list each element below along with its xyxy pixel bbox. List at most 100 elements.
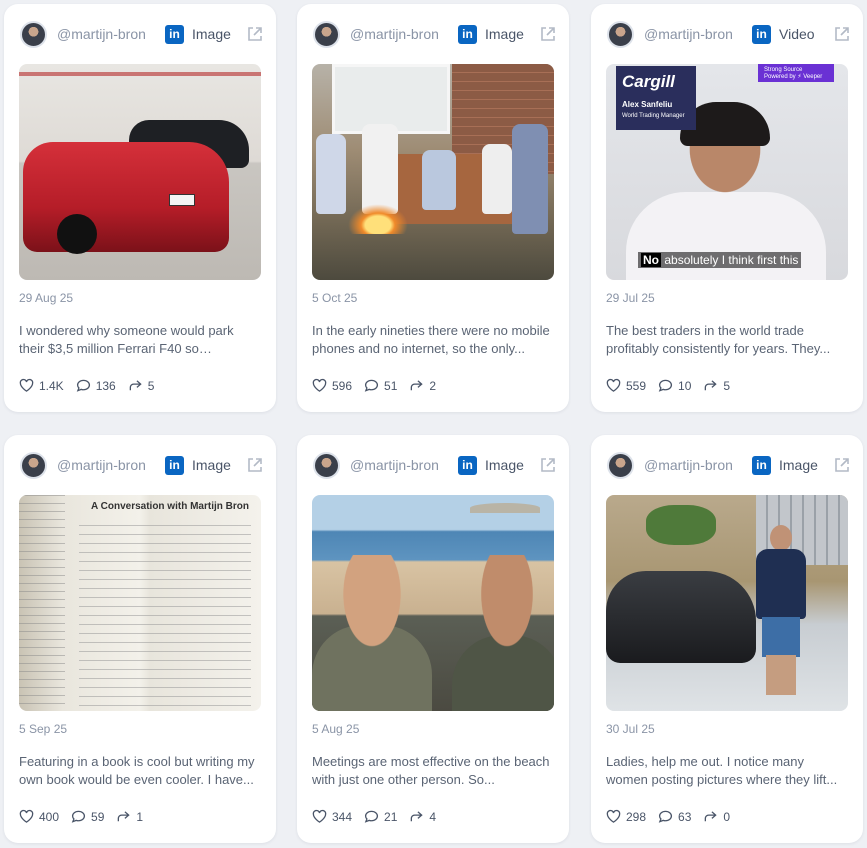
- post-card[interactable]: @martijn-bron in Image 29 Aug 25 I wonde…: [4, 4, 276, 412]
- veeper-badge: Strong Source Powered by ⚡ Veeper: [758, 64, 834, 82]
- repost-icon: [411, 811, 424, 822]
- comments-count: 136: [95, 378, 116, 393]
- author-handle[interactable]: @martijn-bron: [350, 457, 448, 473]
- avatar[interactable]: [313, 451, 340, 479]
- likes-stat: 559: [606, 378, 646, 393]
- post-header: @martijn-bron in Image: [313, 451, 557, 479]
- post-video[interactable]: Cargill Alex Sanfeliu World Trading Mana…: [606, 64, 848, 280]
- external-link-icon[interactable]: [539, 456, 557, 474]
- likes-count: 298: [626, 809, 647, 824]
- speaker-name: Alex Sanfeliu: [622, 100, 673, 109]
- heart-icon: [312, 809, 327, 823]
- heart-icon: [606, 378, 621, 392]
- post-date: 29 Jul 25: [606, 291, 655, 305]
- post-text: The best traders in the world trade prof…: [606, 323, 831, 356]
- post-grid: @martijn-bron in Image 29 Aug 25 I wonde…: [0, 0, 867, 848]
- post-image[interactable]: A Conversation with Martijn Bron: [19, 495, 261, 711]
- repost-icon: [705, 380, 718, 391]
- badge-top: Strong Source: [764, 67, 803, 73]
- external-link-icon[interactable]: [833, 456, 851, 474]
- post-card[interactable]: @martijn-bron in Image 5 Oct 25 In the e…: [297, 4, 569, 412]
- post-type: Image: [192, 457, 231, 473]
- likes-count: 559: [626, 378, 647, 393]
- post-image[interactable]: [19, 64, 261, 280]
- likes-stat: 596: [312, 378, 352, 393]
- comments-stat: 10: [658, 378, 691, 393]
- reposts-count: 1: [136, 809, 144, 824]
- comments-stat: 21: [364, 809, 397, 824]
- heart-icon: [19, 378, 34, 392]
- post-card[interactable]: @martijn-bron in Image 30 Jul 25 Ladies,…: [591, 435, 863, 843]
- avatar[interactable]: [20, 451, 47, 479]
- reposts-stat: 5: [703, 378, 730, 393]
- avatar[interactable]: [607, 20, 634, 48]
- post-header: @martijn-bron in Video: [607, 20, 851, 48]
- post-header: @martijn-bron in Image: [313, 20, 557, 48]
- post-date: 5 Sep 25: [19, 722, 68, 736]
- external-link-icon[interactable]: [833, 25, 851, 43]
- post-stats: 596 51 2: [312, 378, 448, 393]
- badge-bottom: Powered by ⚡ Veeper: [764, 74, 823, 80]
- heart-icon: [19, 809, 34, 823]
- post-card[interactable]: @martijn-bron in Video Cargill Alex Sanf…: [591, 4, 863, 412]
- post-type: Image: [779, 457, 818, 473]
- post-date: 30 Jul 25: [606, 722, 655, 736]
- comment-icon: [71, 810, 86, 823]
- likes-stat: 1.4K: [19, 378, 64, 393]
- avatar[interactable]: [20, 20, 47, 48]
- repost-icon: [705, 811, 718, 822]
- likes-stat: 400: [19, 809, 59, 824]
- post-header: @martijn-bron in Image: [20, 20, 264, 48]
- likes-count: 596: [332, 378, 353, 393]
- author-handle[interactable]: @martijn-bron: [57, 457, 155, 473]
- video-caption: No absolutely I think first this: [638, 252, 802, 268]
- post-card[interactable]: @martijn-bron in Image A Conversation wi…: [4, 435, 276, 843]
- post-text: In the early nineties there were no mobi…: [312, 323, 550, 356]
- likes-count: 1.4K: [39, 378, 64, 393]
- likes-count: 344: [332, 809, 353, 824]
- post-date: 29 Aug 25: [19, 291, 74, 305]
- linkedin-icon: in: [752, 24, 771, 44]
- avatar[interactable]: [313, 20, 340, 48]
- comment-icon: [76, 379, 90, 392]
- heart-icon: [312, 378, 327, 392]
- post-text: I wondered why someone would park their …: [19, 323, 234, 356]
- post-image[interactable]: [606, 495, 848, 711]
- reposts-count: 4: [429, 809, 437, 824]
- speaker-role: World Trading Manager: [622, 113, 685, 119]
- comments-stat: 136: [76, 378, 116, 393]
- author-handle[interactable]: @martijn-bron: [644, 26, 742, 42]
- comment-icon: [658, 810, 673, 823]
- post-stats: 559 10 5: [606, 378, 742, 393]
- external-link-icon[interactable]: [539, 25, 557, 43]
- author-handle[interactable]: @martijn-bron: [644, 457, 742, 473]
- comments-stat: 63: [658, 809, 691, 824]
- comments-stat: 59: [71, 809, 104, 824]
- avatar[interactable]: [607, 451, 634, 479]
- comments-count: 10: [678, 378, 692, 393]
- post-header: @martijn-bron in Image: [20, 451, 264, 479]
- external-link-icon[interactable]: [246, 456, 264, 474]
- author-handle[interactable]: @martijn-bron: [57, 26, 155, 42]
- external-link-icon[interactable]: [246, 25, 264, 43]
- post-image[interactable]: [312, 495, 554, 711]
- linkedin-icon: in: [752, 455, 771, 475]
- linkedin-icon: in: [458, 455, 477, 475]
- post-card[interactable]: @martijn-bron in Image 5 Aug 25 Meetings…: [297, 435, 569, 843]
- post-type: Image: [485, 26, 524, 42]
- likes-stat: 344: [312, 809, 352, 824]
- post-stats: 298 63 0: [606, 809, 742, 824]
- post-date: 5 Aug 25: [312, 722, 360, 736]
- video-logo-text: Cargill: [622, 72, 675, 91]
- book-title: A Conversation with Martijn Bron: [91, 501, 249, 512]
- post-type: Image: [485, 457, 524, 473]
- caption-text: absolutely I think first this: [664, 253, 799, 267]
- post-image[interactable]: [312, 64, 554, 280]
- repost-icon: [129, 380, 142, 391]
- likes-stat: 298: [606, 809, 646, 824]
- author-handle[interactable]: @martijn-bron: [350, 26, 448, 42]
- reposts-count: 5: [723, 378, 731, 393]
- comment-icon: [364, 810, 379, 823]
- likes-count: 400: [39, 809, 60, 824]
- post-stats: 344 21 4: [312, 809, 448, 824]
